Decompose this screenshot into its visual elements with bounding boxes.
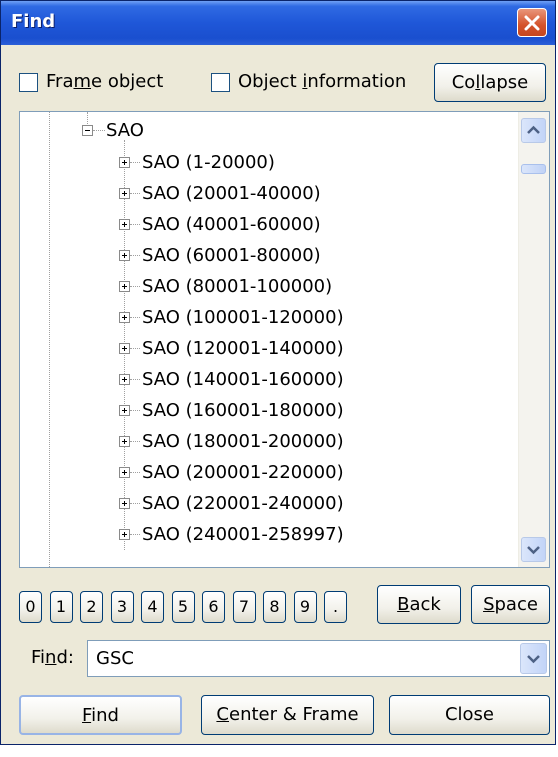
expand-node-icon[interactable] — [119, 405, 130, 416]
expand-node-icon[interactable] — [119, 374, 130, 385]
key-button[interactable]: 2 — [80, 591, 103, 623]
tree-guide-line — [130, 224, 140, 225]
tree-guide-line — [130, 255, 140, 256]
tree-guide-line — [130, 472, 140, 473]
object-information-checkbox[interactable] — [211, 73, 230, 92]
scroll-thumb[interactable] — [521, 164, 546, 174]
expand-node-icon[interactable] — [119, 312, 130, 323]
chevron-down-icon — [527, 546, 540, 555]
tree-node-item[interactable]: SAO (200001-220000) — [142, 462, 344, 483]
key-button[interactable]: 8 — [263, 591, 286, 623]
scroll-up-button[interactable] — [521, 118, 546, 143]
tree-node-item[interactable]: SAO (140001-160000) — [142, 369, 344, 390]
tree-guide-line — [130, 286, 140, 287]
close-window-button[interactable] — [517, 8, 547, 37]
key-button[interactable]: 5 — [171, 591, 195, 623]
tree-node-item[interactable]: SAO (60001-80000) — [142, 245, 321, 266]
key-button[interactable]: . — [324, 591, 347, 623]
tree-guide-line — [130, 348, 140, 349]
center-frame-button[interactable]: Center & Frame — [201, 695, 374, 735]
key-button[interactable]: 3 — [110, 591, 134, 623]
chevron-up-icon — [527, 125, 540, 134]
tree-scrollbar[interactable] — [518, 112, 549, 567]
key-button[interactable]: 0 — [19, 591, 42, 623]
close-button[interactable]: Close — [389, 695, 550, 735]
tree-guide-line — [130, 534, 140, 535]
tree-guide-line — [130, 379, 140, 380]
find-combobox[interactable]: GSC — [87, 640, 550, 677]
tree-node-item[interactable]: SAO (180001-200000) — [142, 431, 344, 452]
expand-node-icon[interactable] — [119, 219, 130, 230]
expand-node-icon[interactable] — [119, 250, 130, 261]
tree-node-item[interactable]: SAO (120001-140000) — [142, 338, 344, 359]
expand-node-icon[interactable] — [119, 343, 130, 354]
tree-guide-line — [130, 503, 140, 504]
collapse-button[interactable]: Collapse — [434, 63, 546, 102]
tree-guide-line — [130, 317, 140, 318]
object-information-label: Object information — [238, 71, 407, 92]
find-dropdown-button[interactable] — [520, 643, 547, 674]
tree-node-item[interactable]: SAO (40001-60000) — [142, 214, 321, 235]
tree-node-item[interactable]: SAO (240001-258997) — [142, 524, 344, 545]
title-bar: Find — [1, 1, 555, 45]
expand-node-icon[interactable] — [119, 529, 130, 540]
tree-node-sao[interactable]: SAO — [106, 120, 144, 141]
catalog-tree[interactable]: SAO SAO (1-20000) SAO (20001-40000) SAO (4… — [19, 111, 550, 568]
back-button[interactable]: Back — [377, 585, 461, 624]
tree-node-item[interactable]: SAO (220001-240000) — [142, 493, 344, 514]
tree-node-item[interactable]: SAO (80001-100000) — [142, 276, 332, 297]
expand-node-icon[interactable] — [119, 467, 130, 478]
chevron-down-icon — [527, 655, 540, 664]
find-input[interactable]: GSC — [96, 648, 134, 669]
tree-guide-line — [130, 441, 140, 442]
tree-node-item[interactable]: SAO (160001-180000) — [142, 400, 344, 421]
expand-node-icon[interactable] — [119, 436, 130, 447]
key-button[interactable]: 9 — [293, 591, 317, 623]
find-button[interactable]: Find — [19, 695, 182, 735]
tree-node-item[interactable]: SAO (20001-40000) — [142, 183, 321, 204]
expand-node-icon[interactable] — [119, 281, 130, 292]
key-button[interactable]: 1 — [49, 591, 73, 623]
expand-node-icon[interactable] — [119, 188, 130, 199]
tree-guide-line — [49, 112, 50, 567]
tree-guide-line — [130, 193, 140, 194]
close-icon — [524, 15, 540, 31]
scroll-down-button[interactable] — [521, 537, 546, 562]
frame-object-label: Frame object — [46, 71, 164, 92]
tree-guide-line — [93, 130, 105, 131]
collapse-node-icon[interactable] — [82, 125, 93, 136]
key-button[interactable]: 7 — [232, 591, 256, 623]
frame-object-checkbox[interactable] — [19, 73, 38, 92]
key-button[interactable]: 6 — [202, 591, 225, 623]
expand-node-icon[interactable] — [119, 157, 130, 168]
tree-guide-line — [130, 410, 140, 411]
tree-guide-line — [130, 162, 140, 163]
find-label: Find: — [31, 647, 74, 668]
space-button[interactable]: Space — [471, 585, 550, 624]
window-title: Find — [11, 11, 56, 32]
find-window: Find Frame object Object information Col… — [0, 0, 556, 745]
expand-node-icon[interactable] — [119, 498, 130, 509]
key-button[interactable]: 4 — [141, 591, 164, 623]
tree-node-item[interactable]: SAO (100001-120000) — [142, 307, 344, 328]
tree-node-item[interactable]: SAO (1-20000) — [142, 152, 275, 173]
